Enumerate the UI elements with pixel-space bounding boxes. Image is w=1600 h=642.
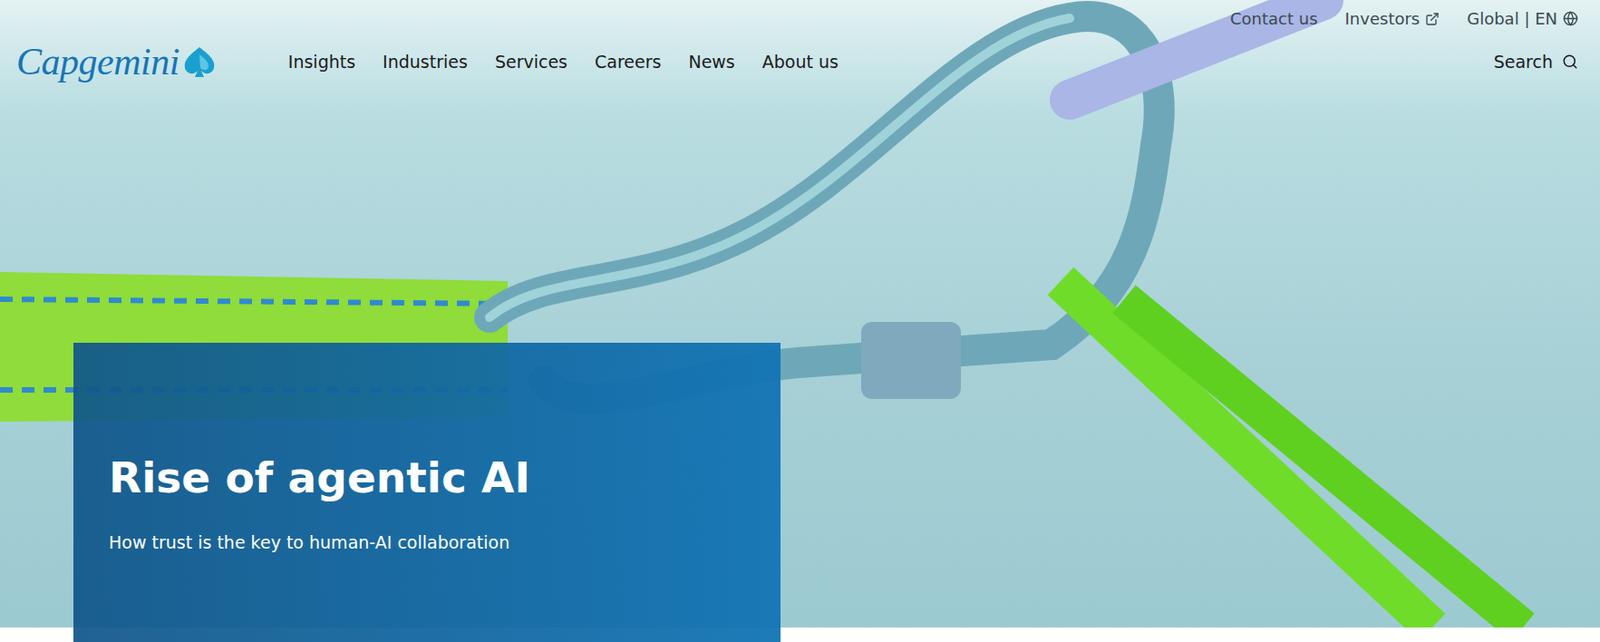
- logo[interactable]: Capgemini: [16, 39, 218, 84]
- hero-card: Rise of agentic AI How trust is the key t…: [73, 342, 781, 642]
- nav-item[interactable]: Insights: [288, 51, 356, 72]
- logo-text[interactable]: Capgemini: [16, 39, 180, 84]
- nav-item[interactable]: News: [688, 51, 735, 72]
- hero-subtitle: How trust is the key to human-AI collabo…: [108, 531, 746, 554]
- spade-icon: [181, 43, 218, 80]
- nav-item[interactable]: Services: [494, 51, 568, 72]
- nav-item[interactable]: About us: [762, 51, 839, 72]
- hero-title: Rise of agentic AI: [108, 453, 746, 503]
- utility-link[interactable]: Investors: [1345, 9, 1441, 29]
- utility-link[interactable]: Contact us: [1230, 9, 1319, 29]
- search-button[interactable]: Search: [1493, 51, 1579, 72]
- main-nav: Insights Industries Services Careers News Abo…: [288, 51, 839, 72]
- utility-nav: Contact us Investors Global | EN: [1230, 9, 1579, 29]
- nav-item[interactable]: Industries: [382, 51, 468, 72]
- nav-item[interactable]: Careers: [594, 51, 661, 72]
- external-link-icon: [1425, 11, 1440, 27]
- globe-icon: [1562, 10, 1579, 27]
- site-header: Capgemini Insights Industries Services Caree…: [0, 0, 1600, 100]
- page: Capgemini Insights Industries Services Caree…: [0, 0, 1600, 642]
- search-icon: [1561, 53, 1579, 70]
- utility-link[interactable]: Global | EN: [1466, 9, 1579, 29]
